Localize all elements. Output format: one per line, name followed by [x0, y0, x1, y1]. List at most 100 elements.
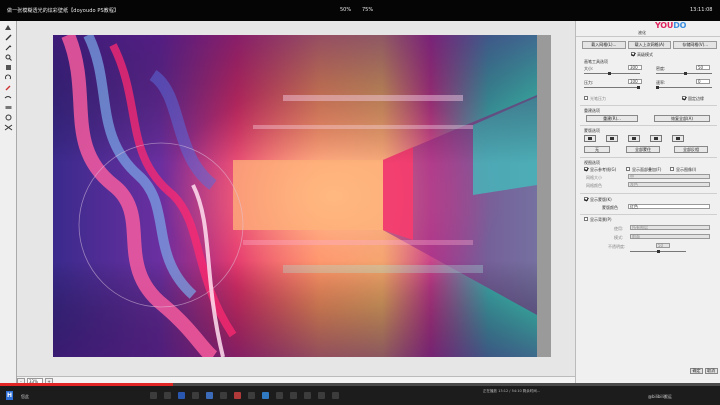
show-image-label: 显示图像(I) [676, 167, 697, 172]
rotate-tool-icon[interactable] [4, 74, 13, 81]
zoom-tool-icon[interactable] [4, 54, 13, 61]
mask-intersect-icon[interactable] [650, 135, 662, 142]
size-slider-thumb[interactable] [608, 72, 611, 75]
section-divider [580, 157, 717, 158]
pressure-slider-thumb[interactable] [637, 86, 640, 89]
mesh-size-select[interactable]: 中 [628, 174, 710, 179]
section-divider [580, 214, 717, 215]
size-label: 大小: [584, 66, 594, 71]
wallpaper-image[interactable] [53, 35, 537, 357]
eraser-tool-icon[interactable] [4, 104, 13, 111]
show-mask-label: 显示蒙版(K) [590, 197, 612, 202]
show-face-label: 显示面部叠加(F) [632, 167, 662, 172]
clock-readout: 13:11:08 [690, 7, 713, 13]
start-button[interactable]: H [6, 391, 13, 400]
app-icon-5[interactable] [206, 392, 213, 399]
show-mask-checkbox[interactable] [584, 197, 588, 201]
mesh-color-select[interactable]: 灰色 [628, 182, 710, 187]
stylus-pressure-checkbox[interactable] [584, 96, 588, 100]
show-guides-label: 显示参考线(G) [590, 167, 617, 172]
size-field[interactable]: 300 [628, 65, 642, 70]
show-guides-checkbox[interactable] [584, 167, 588, 171]
view-options-title: 视图选项 [584, 160, 600, 165]
cancel-button[interactable]: 取消 [704, 368, 718, 374]
mask-none-button[interactable]: 无 [584, 146, 610, 153]
mask-color-select[interactable]: 红色 [628, 204, 710, 209]
logo-text-b: DO [673, 21, 687, 30]
opacity-slider-thumb[interactable] [657, 250, 660, 253]
app-icon-6[interactable] [220, 392, 227, 399]
window-title: 做一张模糊透光的炫彩壁纸【doyoudo PS教程】 [7, 8, 120, 14]
load-mesh-button[interactable]: 载入网格(L)... [582, 41, 626, 49]
panel-divider [576, 36, 720, 37]
app-icon-13[interactable] [332, 392, 339, 399]
density-slider[interactable] [656, 72, 712, 75]
app-icon-9[interactable] [276, 392, 283, 399]
size-slider[interactable] [584, 72, 640, 75]
mask-all-button[interactable]: 全部蒙住 [626, 146, 660, 153]
app-icon-3[interactable] [178, 392, 185, 399]
rate-field[interactable]: 0 [696, 79, 710, 84]
use-select[interactable]: 所有图层 [630, 225, 710, 230]
mask-replace-icon[interactable] [584, 135, 596, 142]
zoom-readout-b: 75% [362, 7, 374, 13]
watermark-text: @bilibili搬运 [648, 394, 672, 399]
move-tool-icon[interactable] [4, 24, 13, 31]
density-label: 密度: [656, 66, 666, 71]
pen-tool-icon[interactable] [4, 44, 13, 51]
smudge-tool-icon[interactable] [4, 94, 13, 101]
show-image-checkbox[interactable] [670, 167, 674, 171]
invert-all-button[interactable]: 全部反相 [674, 146, 708, 153]
app-icon-4[interactable] [192, 392, 199, 399]
hand-tool-icon[interactable] [4, 64, 13, 71]
pressure-slider[interactable] [584, 86, 640, 89]
show-face-checkbox[interactable] [626, 167, 630, 171]
zoom-readout-a: 50% [340, 7, 352, 13]
rate-slider[interactable] [656, 86, 712, 89]
brush-tool-icon[interactable] [4, 34, 13, 41]
ok-button[interactable]: 确定 [690, 368, 703, 374]
opacity-field[interactable]: 50 [656, 243, 670, 248]
mask-invert-icon[interactable] [672, 135, 684, 142]
mode-label: 模式: [614, 235, 624, 240]
load-last-mesh-button[interactable]: 载入上次网格(A) [627, 41, 672, 49]
photoshop-icon[interactable] [262, 392, 269, 399]
brand-logo: YOUDO [655, 21, 686, 30]
mask-subtract-icon[interactable] [628, 135, 640, 142]
opacity-slider[interactable] [630, 250, 686, 253]
dialog-buttons: 确定 取消 [690, 368, 718, 374]
rate-slider-thumb[interactable] [656, 86, 659, 89]
app-icon-10[interactable] [290, 392, 297, 399]
mesh-color-label: 网格颜色 [586, 183, 602, 188]
pucker-tool-icon[interactable] [4, 124, 13, 131]
app-icon-8[interactable] [248, 392, 255, 399]
section-divider [580, 105, 717, 106]
section-divider [580, 193, 717, 194]
advanced-mode-checkbox[interactable] [631, 52, 635, 56]
app-icon-7[interactable] [234, 392, 241, 399]
use-label: 使用: [614, 226, 624, 231]
canvas-area [17, 21, 575, 376]
density-slider-thumb[interactable] [684, 72, 687, 75]
advanced-mode-label: 高级模式 [637, 52, 653, 57]
title-bar: 做一张模糊透光的炫彩壁纸【doyoudo PS教程】 50% 75% 13:11… [0, 0, 720, 21]
pin-edges-checkbox[interactable] [682, 96, 686, 100]
mode-select[interactable]: 前面 [630, 234, 710, 239]
restore-all-button[interactable]: 恢复全部(A) [654, 115, 710, 122]
opacity-label: 不透明度: [608, 244, 626, 249]
stylus-pressure-label: 光笔压力 [590, 96, 606, 101]
app-icon-1[interactable] [150, 392, 157, 399]
show-backdrop-checkbox[interactable] [584, 217, 588, 221]
app-icon-11[interactable] [304, 392, 311, 399]
twirl-tool-icon[interactable] [4, 114, 13, 121]
brush-options-title: 画笔工具选项 [584, 59, 608, 64]
density-field[interactable]: 50 [696, 65, 710, 70]
pressure-field[interactable]: 100 [628, 79, 642, 84]
playback-status: 正在播放 13:12 / 54:10 剩余时间... [483, 389, 541, 393]
save-mesh-button[interactable]: 存储网格(V)... [673, 41, 718, 49]
eyedropper-tool-icon[interactable] [4, 84, 13, 91]
app-icon-12[interactable] [318, 392, 325, 399]
mask-add-icon[interactable] [606, 135, 618, 142]
app-icon-2[interactable] [164, 392, 171, 399]
reconstruct-button[interactable]: 重建(R)... [586, 115, 638, 122]
